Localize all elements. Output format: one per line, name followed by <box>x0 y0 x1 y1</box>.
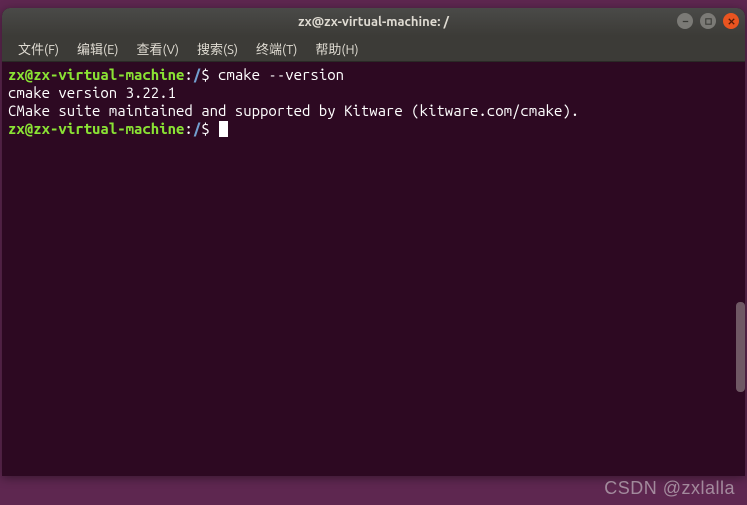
prompt-user: zx@zx-virtual-machine <box>8 120 184 137</box>
terminal-area[interactable]: zx@zx-virtual-machine:/$ cmake --version… <box>2 62 745 476</box>
command-text: cmake --version <box>218 66 344 83</box>
maximize-button[interactable] <box>700 13 716 29</box>
prompt-dollar: $ <box>201 66 218 83</box>
menu-view[interactable]: 查看(V) <box>129 36 187 61</box>
prompt-line-2: zx@zx-virtual-machine:/$ <box>8 120 739 138</box>
window-controls <box>677 13 739 29</box>
window-title: zx@zx-virtual-machine: / <box>298 15 449 29</box>
menu-search[interactable]: 搜索(S) <box>189 36 246 61</box>
prompt-sep: : <box>184 66 192 83</box>
prompt-sep: : <box>184 120 192 137</box>
terminal-window: zx@zx-virtual-machine: / 文件(F) 编辑(E) 查看(… <box>2 8 745 476</box>
menu-terminal[interactable]: 终端(T) <box>248 36 305 61</box>
close-button[interactable] <box>723 13 739 29</box>
menu-help[interactable]: 帮助(H) <box>307 36 366 61</box>
prompt-user: zx@zx-virtual-machine <box>8 66 184 83</box>
output-line: cmake version 3.22.1 <box>8 84 739 102</box>
menu-file[interactable]: 文件(F) <box>10 36 67 61</box>
titlebar[interactable]: zx@zx-virtual-machine: / <box>2 8 745 36</box>
scrollbar-thumb[interactable] <box>736 302 745 392</box>
prompt-line-1: zx@zx-virtual-machine:/$ cmake --version <box>8 66 739 84</box>
prompt-dollar: $ <box>201 120 218 137</box>
prompt-path: / <box>193 120 201 137</box>
watermark-text: CSDN @zxlalla <box>604 478 735 499</box>
menu-edit[interactable]: 编辑(E) <box>69 36 126 61</box>
menubar: 文件(F) 编辑(E) 查看(V) 搜索(S) 终端(T) 帮助(H) <box>2 36 745 62</box>
minimize-button[interactable] <box>677 13 693 29</box>
cursor-block <box>219 121 228 137</box>
output-line: CMake suite maintained and supported by … <box>8 102 739 120</box>
prompt-path: / <box>193 66 201 83</box>
